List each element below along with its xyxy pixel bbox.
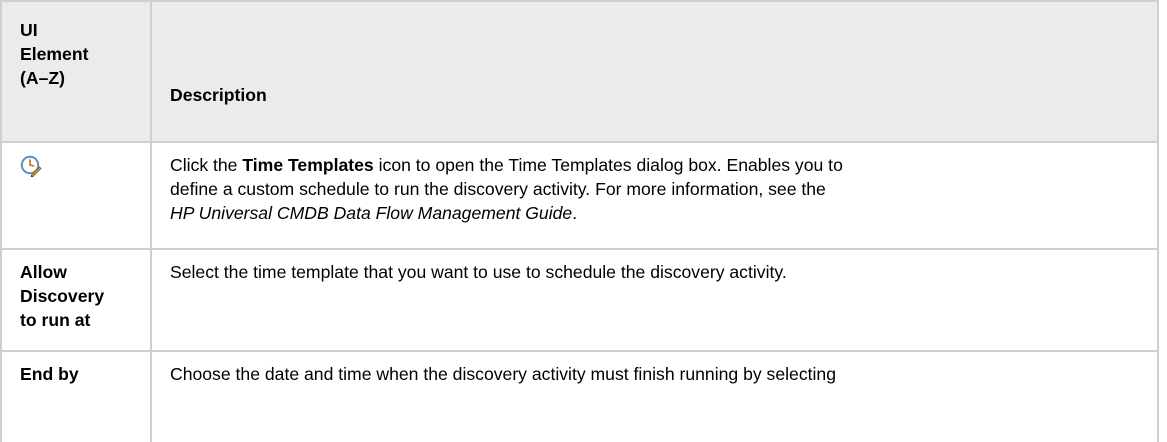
description-line: HP Universal CMDB Data Flow Management G… (170, 201, 1139, 225)
description-text: Click the (170, 155, 243, 175)
ui-elements-table: UI Element (A–Z) Description Click the T… (0, 0, 1159, 442)
header-ui-element: UI Element (A–Z) (0, 0, 151, 143)
ui-element-cell (0, 141, 152, 250)
table-row: Allow Discovery to run at Select the tim… (0, 248, 1159, 352)
table-row: End by Choose the date and time when the… (0, 350, 1159, 442)
description-text: icon to open the Time Templates dialog b… (373, 155, 843, 175)
ui-element-name-line: Discovery (20, 286, 105, 306)
description-line: Select the time template that you want t… (170, 262, 787, 282)
description-cell: Choose the date and time when the discov… (150, 350, 1159, 442)
time-templates-icon (20, 155, 42, 178)
time-templates-term: Time Templates (242, 155, 374, 175)
ui-element-name-line: End by (20, 364, 79, 384)
description-cell: Select the time template that you want t… (150, 248, 1159, 352)
header-ui-element-line: Element (20, 44, 89, 64)
description-line: define a custom schedule to run the disc… (170, 179, 826, 199)
ui-element-name-line: to run at (20, 310, 91, 330)
description-text: . (572, 203, 578, 223)
table-header-row: UI Element (A–Z) Description (0, 0, 1159, 143)
ui-element-cell: End by (0, 350, 152, 442)
table-row: Click the Time Templates icon to open th… (0, 141, 1159, 250)
description-line: Click the Time Templates icon to open th… (170, 153, 1139, 177)
header-ui-element-line: UI (20, 20, 38, 40)
description-line: Choose the date and time when the discov… (170, 364, 836, 384)
description-cell: Click the Time Templates icon to open th… (150, 141, 1159, 250)
guide-reference: HP Universal CMDB Data Flow Management G… (170, 203, 573, 223)
header-description: Description (150, 0, 1159, 143)
ui-element-cell: Allow Discovery to run at (0, 248, 152, 352)
ui-element-name-line: Allow (20, 262, 67, 282)
header-ui-element-line: (A–Z) (20, 68, 65, 88)
header-description-label: Description (170, 85, 267, 105)
